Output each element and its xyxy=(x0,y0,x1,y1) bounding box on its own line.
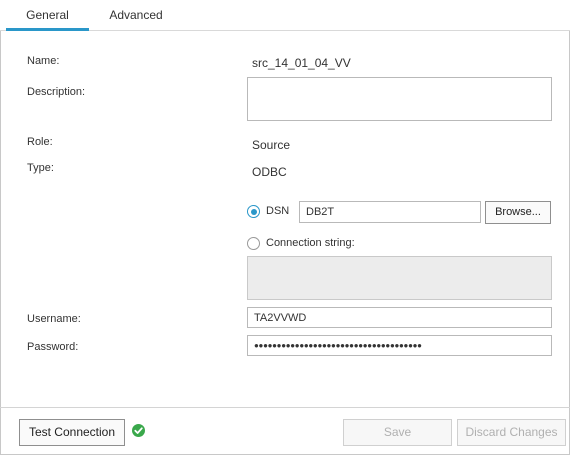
check-circle-icon xyxy=(132,424,145,437)
username-label: Username: xyxy=(27,313,81,325)
tab-bar: General Advanced xyxy=(0,0,570,31)
name-label: Name: xyxy=(27,55,60,67)
footer-divider xyxy=(0,407,570,408)
type-value: ODBC xyxy=(252,165,287,179)
description-label: Description: xyxy=(27,86,86,98)
type-label: Type: xyxy=(27,162,54,174)
name-value: src_14_01_04_VV xyxy=(252,56,351,70)
tab-advanced[interactable]: Advanced xyxy=(97,0,175,30)
connection-string-radio[interactable] xyxy=(247,237,260,250)
password-field[interactable]: ●●●●●●●●●●●●●●●●●●●●●●●●●●●●●●●●●●●●● xyxy=(247,335,552,356)
tab-general[interactable]: General xyxy=(6,0,89,31)
role-label: Role: xyxy=(27,136,53,148)
connection-string-label: Connection string: xyxy=(266,237,355,249)
dsn-radio[interactable] xyxy=(247,205,260,218)
browse-button[interactable]: Browse... xyxy=(485,201,551,224)
save-button[interactable]: Save xyxy=(343,419,452,446)
connection-string-field[interactable] xyxy=(247,256,552,300)
password-label: Password: xyxy=(27,341,79,353)
dsn-field[interactable] xyxy=(299,201,481,223)
test-connection-button[interactable]: Test Connection xyxy=(19,419,125,446)
discard-changes-button[interactable]: Discard Changes xyxy=(457,419,566,446)
username-field[interactable] xyxy=(247,307,552,328)
description-field[interactable] xyxy=(247,77,552,121)
dsn-radio-label: DSN xyxy=(266,205,290,217)
role-value: Source xyxy=(252,138,291,152)
